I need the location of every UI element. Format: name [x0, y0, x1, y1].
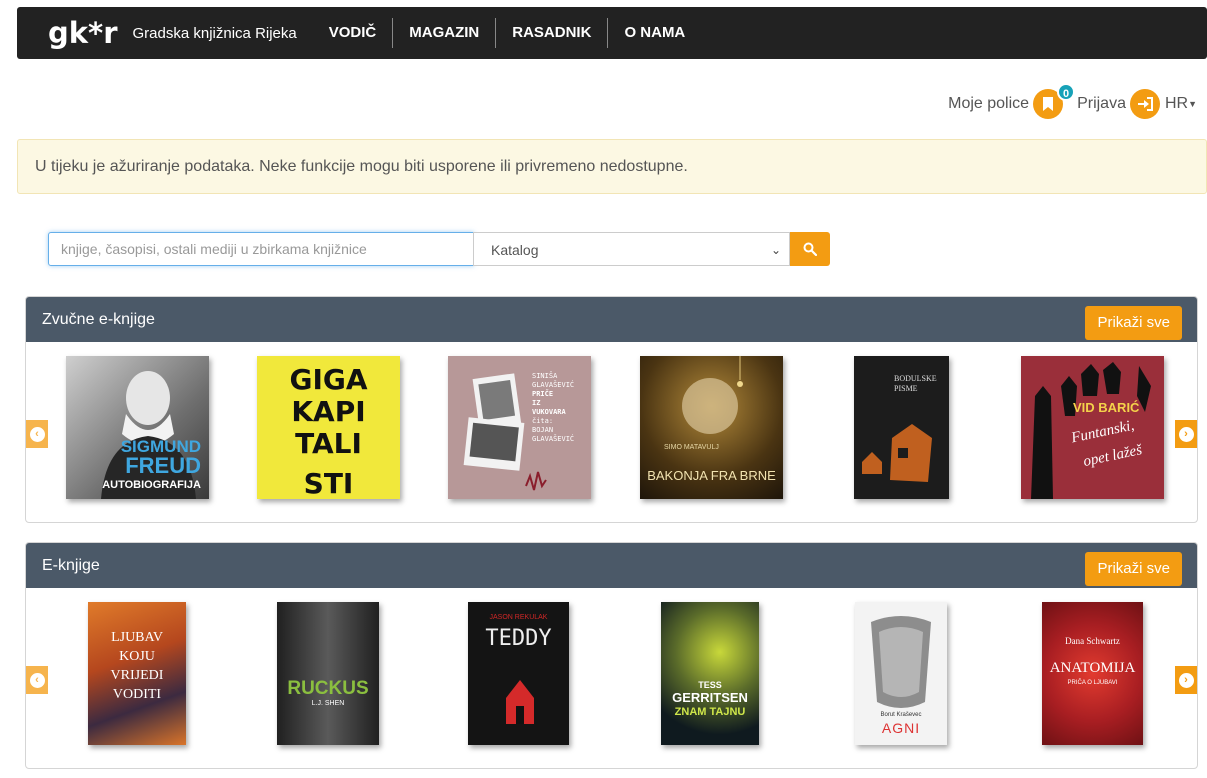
- book-cover[interactable]: BODULSKE PISME: [854, 356, 949, 499]
- cover-text: GIGA: [289, 363, 368, 396]
- search-scope-select[interactable]: Katalog ⌄: [473, 232, 790, 266]
- cover-text: AUTOBIOGRAFIJA: [102, 479, 201, 491]
- nav-o-nama[interactable]: O NAMA: [607, 18, 701, 48]
- caret-down-icon: ▼: [1188, 98, 1197, 109]
- show-all-button[interactable]: Prikaži sve: [1085, 552, 1182, 586]
- bookmark-icon[interactable]: 0: [1033, 83, 1076, 119]
- language-selector[interactable]: HR▼: [1165, 95, 1197, 113]
- book-cover[interactable]: RUCKUS L.J. SHEN: [277, 602, 379, 745]
- carousel-prev-button[interactable]: ‹: [26, 420, 48, 448]
- cover-text: PISME: [894, 384, 918, 393]
- library-name[interactable]: Gradska knjižnica Rijeka: [133, 25, 297, 42]
- panel-header: Zvučne e-knjige Prikaži sve: [26, 297, 1197, 342]
- update-alert: U tijeku je ažuriranje podataka. Neke fu…: [17, 139, 1207, 194]
- cover-text: TEDDY: [485, 626, 552, 651]
- carousel-prev-button[interactable]: ‹: [26, 666, 48, 694]
- carousel-next-button[interactable]: ›: [1175, 666, 1197, 694]
- cover-text: VUKOVARA: [532, 408, 566, 416]
- audiobooks-panel: Zvučne e-knjige Prikaži sve ‹ › SIGMUND …: [25, 296, 1198, 523]
- cover-text: BODULSKE: [894, 374, 937, 383]
- show-all-button[interactable]: Prikaži sve: [1085, 306, 1182, 340]
- cover-text: ZNAM TAJNU: [674, 706, 746, 718]
- cover-text: BAKONJA FRA BRNE: [647, 468, 776, 483]
- search-input[interactable]: [48, 232, 474, 266]
- nav-vodic[interactable]: VODIČ: [317, 18, 393, 48]
- book-cover[interactable]: Dana Schwartz ANATOMIJA PRIČA O LJUBAVI: [1042, 602, 1143, 745]
- book-cover[interactable]: VID BARIĆ Funtanski, opet lažeš: [1021, 356, 1164, 499]
- carousel-next-button[interactable]: ›: [1175, 420, 1197, 448]
- cover-text: GERRITSEN: [672, 690, 748, 705]
- language-label: HR: [1164, 95, 1189, 112]
- panel-title: Zvučne e-knjige: [42, 311, 155, 328]
- search-button[interactable]: [790, 232, 830, 266]
- ebooks-panel: E-knjige Prikaži sve ‹ › LJUBAV KOJU VRI…: [25, 542, 1198, 769]
- login-link[interactable]: Prijava: [1077, 95, 1126, 113]
- book-cover[interactable]: JASON REKULAK TEDDY: [468, 602, 569, 745]
- book-cover[interactable]: Borut Kraševec AGNI: [855, 602, 947, 745]
- cover-text: AGNI: [881, 720, 921, 736]
- cover-text: KOJU: [119, 649, 155, 664]
- cover-text: STI: [303, 467, 354, 499]
- house-illustration: [506, 680, 534, 724]
- book-cover[interactable]: TESS GERRITSEN ZNAM TAJNU: [661, 602, 759, 745]
- panel-title: E-knjige: [42, 557, 100, 574]
- shelves-count-badge: 0: [1057, 83, 1076, 101]
- cover-text: TESS: [698, 680, 722, 690]
- login-icon[interactable]: [1129, 89, 1160, 119]
- nav-magazin[interactable]: MAGAZIN: [392, 18, 495, 48]
- cover-text: SINIŠA: [532, 372, 558, 380]
- cover-text: FREUD: [125, 453, 201, 478]
- cover-text: L.J. SHEN: [311, 700, 345, 707]
- book-cover[interactable]: LJUBAV KOJU VRIJEDI VODITI: [88, 602, 186, 745]
- cover-text: Dana Schwartz: [1065, 636, 1120, 646]
- chevron-left-icon: ‹: [29, 426, 45, 442]
- top-navbar: gk*r Gradska knjižnica Rijeka VODIČ MAGA…: [17, 7, 1207, 59]
- cover-text: LJUBAV: [111, 630, 163, 645]
- cover-text: PRIČE: [532, 390, 554, 398]
- search-scope-value: Katalog: [491, 242, 539, 258]
- cover-text: PRIČA O LJUBAVI: [1067, 680, 1118, 686]
- chevron-right-icon: ›: [1178, 426, 1194, 442]
- nav-rasadnik[interactable]: RASADNIK: [495, 18, 607, 48]
- cover-text: VODITI: [112, 687, 162, 702]
- cover-text: VID BARIĆ: [1073, 400, 1140, 415]
- cover-text: GLAVAŠEVIĆ: [532, 381, 575, 389]
- chevron-down-icon: ⌄: [770, 243, 781, 257]
- cover-text: KAPI: [291, 395, 366, 428]
- cover-text: Borut Kraševec: [880, 712, 922, 718]
- book-cover[interactable]: SIMO MATAVULJ BAKONJA FRA BRNE: [640, 356, 783, 499]
- search-icon: [803, 242, 817, 256]
- my-shelves-link[interactable]: Moje police: [948, 95, 1029, 113]
- book-cover[interactable]: SIGMUND FREUD AUTOBIOGRAFIJA: [66, 356, 209, 499]
- cover-text: VRIJEDI: [110, 668, 164, 683]
- cover-text: JASON REKULAK: [489, 614, 548, 621]
- panel-header: E-knjige Prikaži sve: [26, 543, 1197, 588]
- cover-text: ANATOMIJA: [1049, 660, 1136, 676]
- carousel: ‹ › SIGMUND FREUD AUTOBIOGRAFIJA GIGA KA…: [26, 342, 1197, 522]
- book-cover[interactable]: GIGA KAPI TALI STI: [257, 356, 400, 499]
- cover-text: TALI: [295, 427, 362, 460]
- book-cover[interactable]: SINIŠA GLAVAŠEVIĆ PRIČE IZ VUKOVARA čita…: [448, 356, 591, 499]
- library-logo[interactable]: gk*r: [48, 16, 118, 50]
- cover-text: čita:: [532, 417, 554, 425]
- cover-text: GLAVAŠEVIĆ: [532, 435, 575, 443]
- cover-text: IZ: [532, 399, 541, 407]
- cover-text: RUCKUS: [287, 678, 369, 699]
- chevron-left-icon: ‹: [29, 672, 45, 688]
- user-bar: Moje police 0 Prijava HR▼: [948, 83, 1197, 120]
- carousel: ‹ › LJUBAV KOJU VRIJEDI VODITI RUCKUS L.…: [26, 588, 1197, 768]
- cover-text: BOJAN: [532, 426, 554, 434]
- chevron-right-icon: ›: [1178, 672, 1194, 688]
- cover-text: SIMO MATAVULJ: [664, 444, 719, 451]
